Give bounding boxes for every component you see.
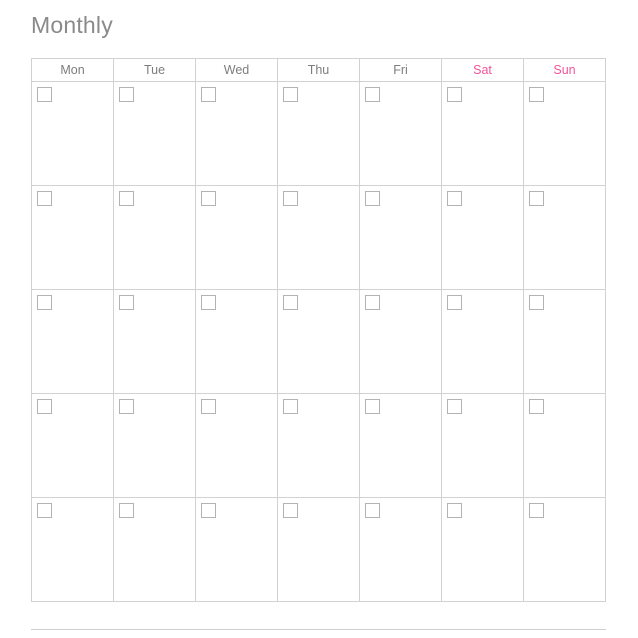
monthly-calendar-page: Monthly Mon Tue Wed Thu Fri Sat Sun	[0, 0, 638, 638]
day-checkbox[interactable]	[447, 295, 462, 310]
day-cell-weekend[interactable]	[523, 81, 606, 186]
day-cell[interactable]	[277, 289, 360, 394]
day-cell[interactable]	[195, 81, 278, 186]
day-cell[interactable]	[113, 393, 196, 498]
day-checkbox[interactable]	[529, 295, 544, 310]
day-checkbox[interactable]	[529, 87, 544, 102]
day-cell[interactable]	[277, 393, 360, 498]
day-cell[interactable]	[195, 185, 278, 290]
day-cell[interactable]	[31, 81, 114, 186]
day-checkbox[interactable]	[365, 295, 380, 310]
week-row	[31, 81, 606, 186]
day-checkbox[interactable]	[201, 399, 216, 414]
page-title: Monthly	[31, 12, 113, 38]
column-header-sun: Sun	[523, 58, 606, 82]
day-checkbox[interactable]	[37, 87, 52, 102]
day-cell[interactable]	[277, 81, 360, 186]
column-header-sat: Sat	[441, 58, 524, 82]
day-checkbox[interactable]	[283, 295, 298, 310]
day-cell[interactable]	[31, 289, 114, 394]
day-cell-weekend[interactable]	[441, 393, 524, 498]
day-cell[interactable]	[195, 497, 278, 602]
day-checkbox[interactable]	[201, 191, 216, 206]
day-cell[interactable]	[359, 289, 442, 394]
day-checkbox[interactable]	[37, 295, 52, 310]
column-header-fri: Fri	[359, 58, 442, 82]
column-header-mon: Mon	[31, 58, 114, 82]
column-header-wed: Wed	[195, 58, 278, 82]
day-checkbox[interactable]	[119, 191, 134, 206]
day-checkbox[interactable]	[283, 87, 298, 102]
calendar-header: Mon Tue Wed Thu Fri Sat Sun	[31, 58, 606, 82]
day-cell[interactable]	[195, 289, 278, 394]
day-cell[interactable]	[113, 185, 196, 290]
day-checkbox[interactable]	[283, 503, 298, 518]
day-checkbox[interactable]	[201, 295, 216, 310]
day-cell[interactable]	[359, 81, 442, 186]
day-cell[interactable]	[359, 185, 442, 290]
week-row	[31, 289, 606, 394]
day-checkbox[interactable]	[37, 191, 52, 206]
day-checkbox[interactable]	[447, 87, 462, 102]
calendar-body	[31, 81, 606, 602]
week-row	[31, 497, 606, 602]
day-checkbox[interactable]	[37, 399, 52, 414]
day-checkbox[interactable]	[447, 191, 462, 206]
calendar-table: Mon Tue Wed Thu Fri Sat Sun	[31, 58, 606, 602]
day-checkbox[interactable]	[529, 191, 544, 206]
column-header-tue: Tue	[113, 58, 196, 82]
week-row	[31, 185, 606, 290]
day-checkbox[interactable]	[447, 399, 462, 414]
day-cell[interactable]	[277, 185, 360, 290]
day-checkbox[interactable]	[37, 503, 52, 518]
week-row	[31, 393, 606, 498]
day-checkbox[interactable]	[119, 295, 134, 310]
day-cell[interactable]	[31, 497, 114, 602]
day-checkbox[interactable]	[119, 503, 134, 518]
day-cell[interactable]	[31, 185, 114, 290]
column-header-thu: Thu	[277, 58, 360, 82]
day-checkbox[interactable]	[529, 503, 544, 518]
day-checkbox[interactable]	[119, 399, 134, 414]
day-cell-weekend[interactable]	[523, 393, 606, 498]
day-checkbox[interactable]	[529, 399, 544, 414]
day-cell-weekend[interactable]	[441, 81, 524, 186]
footer-divider	[31, 629, 606, 630]
day-cell-weekend[interactable]	[441, 289, 524, 394]
day-checkbox[interactable]	[365, 399, 380, 414]
day-cell[interactable]	[113, 289, 196, 394]
day-checkbox[interactable]	[365, 87, 380, 102]
day-cell[interactable]	[359, 393, 442, 498]
day-cell-weekend[interactable]	[441, 497, 524, 602]
day-checkbox[interactable]	[283, 191, 298, 206]
day-checkbox[interactable]	[201, 87, 216, 102]
day-cell[interactable]	[359, 497, 442, 602]
day-cell[interactable]	[31, 393, 114, 498]
day-cell[interactable]	[277, 497, 360, 602]
day-checkbox[interactable]	[365, 191, 380, 206]
day-cell-weekend[interactable]	[441, 185, 524, 290]
day-cell-weekend[interactable]	[523, 185, 606, 290]
day-cell-weekend[interactable]	[523, 289, 606, 394]
day-cell[interactable]	[113, 81, 196, 186]
day-checkbox[interactable]	[283, 399, 298, 414]
day-checkbox[interactable]	[119, 87, 134, 102]
day-checkbox[interactable]	[365, 503, 380, 518]
day-cell-weekend[interactable]	[523, 497, 606, 602]
calendar-header-row: Mon Tue Wed Thu Fri Sat Sun	[31, 58, 606, 82]
day-cell[interactable]	[113, 497, 196, 602]
day-checkbox[interactable]	[201, 503, 216, 518]
day-checkbox[interactable]	[447, 503, 462, 518]
day-cell[interactable]	[195, 393, 278, 498]
